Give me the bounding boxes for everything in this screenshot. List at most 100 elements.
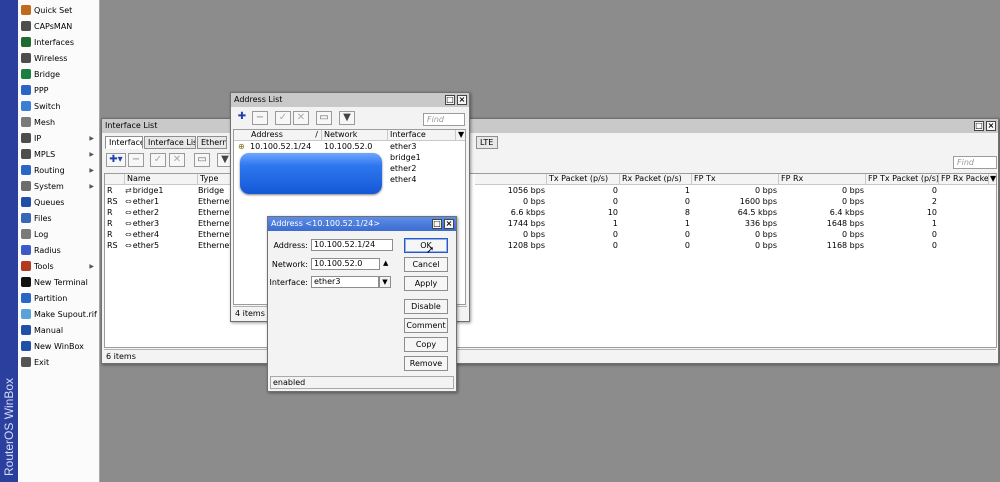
menu-item-label: Partition bbox=[34, 294, 68, 303]
cell-interface: ether2 bbox=[390, 164, 417, 173]
log-icon bbox=[21, 229, 31, 239]
remove-button[interactable]: − bbox=[128, 153, 144, 167]
tab-ethernet[interactable]: Ethernet bbox=[197, 136, 227, 149]
ethernet-icon: ⇔ bbox=[125, 219, 132, 228]
menu-item-system[interactable]: System ▶ bbox=[18, 179, 99, 195]
cell-fp-tx-packet: 0 bbox=[931, 241, 937, 250]
menu-item-routing[interactable]: Routing ▶ bbox=[18, 163, 99, 179]
system-icon bbox=[21, 181, 31, 191]
menu-item-interfaces[interactable]: Interfaces bbox=[18, 35, 99, 51]
comment-button[interactable]: ▭ bbox=[194, 153, 210, 167]
col-rx-packet[interactable]: Rx Packet (p/s) bbox=[620, 174, 692, 185]
interface-select[interactable]: ether3 bbox=[311, 276, 379, 288]
tab-interface[interactable]: Interface bbox=[105, 136, 143, 149]
close-icon[interactable]: × bbox=[444, 219, 454, 229]
network-toggle-icon[interactable]: ▲ bbox=[383, 259, 388, 267]
enable-address-button[interactable]: ✓ bbox=[275, 111, 291, 125]
cancel-button[interactable]: Cancel bbox=[404, 257, 448, 272]
col-fp-tx-packet[interactable]: FP Tx Packet (p/s) bbox=[866, 174, 939, 185]
columns-dropdown-icon[interactable]: ▼ bbox=[989, 174, 996, 185]
menu-item-switch[interactable]: Switch bbox=[18, 99, 99, 115]
col-rx[interactable] bbox=[475, 174, 547, 185]
menu-item-log[interactable]: Log bbox=[18, 227, 99, 243]
cell-tx-packet: 0 bbox=[612, 197, 618, 206]
menu-item-label: Log bbox=[34, 230, 49, 239]
menu-item-files[interactable]: Files bbox=[18, 211, 99, 227]
menu-item-make-supout-rif[interactable]: Make Supout.rif bbox=[18, 307, 99, 323]
menu-item-label: PPP bbox=[34, 86, 49, 95]
menu-item-ppp[interactable]: PPP bbox=[18, 83, 99, 99]
comment-button[interactable]: Comment bbox=[404, 318, 448, 333]
wireless-icon bbox=[21, 53, 31, 63]
menu-item-mesh[interactable]: Mesh bbox=[18, 115, 99, 131]
menu-item-label: MPLS bbox=[34, 150, 56, 159]
columns-dropdown-icon[interactable]: ▼ bbox=[456, 130, 465, 141]
remove-button[interactable]: Remove bbox=[404, 356, 448, 371]
menu-item-tools[interactable]: Tools ▶ bbox=[18, 259, 99, 275]
disable-button[interactable]: Disable bbox=[404, 299, 448, 314]
remove-address-button[interactable]: − bbox=[252, 111, 268, 125]
close-icon[interactable]: × bbox=[457, 95, 467, 105]
col-fp-rx-packet[interactable]: FP Rx Packe bbox=[939, 174, 989, 185]
col-network[interactable]: Network bbox=[322, 130, 388, 141]
col-name[interactable]: Name bbox=[125, 174, 198, 185]
menu-item-bridge[interactable]: Bridge bbox=[18, 67, 99, 83]
menu-item-new-terminal[interactable]: New Terminal bbox=[18, 275, 99, 291]
menu-item-wireless[interactable]: Wireless bbox=[18, 51, 99, 67]
menu-item-quick-set[interactable]: Quick Set bbox=[18, 3, 99, 19]
menu-item-mpls[interactable]: MPLS ▶ bbox=[18, 147, 99, 163]
enable-button[interactable]: ✓ bbox=[150, 153, 166, 167]
cell-address: 10.100.52.1/24 bbox=[250, 142, 312, 151]
menu-item-partition[interactable]: Partition bbox=[18, 291, 99, 307]
interface-find-input[interactable]: Find bbox=[953, 156, 997, 169]
col-tx-packet[interactable]: Tx Packet (p/s) bbox=[547, 174, 620, 185]
ethernet-icon: ⇔ bbox=[125, 241, 132, 250]
add-address-button[interactable]: ✚ bbox=[234, 111, 250, 125]
network-input[interactable]: 10.100.52.0 bbox=[311, 258, 380, 270]
maximize-icon[interactable]: □ bbox=[974, 121, 984, 131]
menu-item-exit[interactable]: Exit bbox=[18, 355, 99, 371]
manual-icon bbox=[21, 325, 31, 335]
cell-flag: RS bbox=[107, 241, 118, 250]
menu-item-queues[interactable]: Queues bbox=[18, 195, 99, 211]
maximize-icon[interactable]: □ bbox=[432, 219, 442, 229]
col-address[interactable]: Address / bbox=[234, 130, 322, 141]
address-list-titlebar[interactable]: Address List bbox=[231, 93, 469, 107]
copy-button[interactable]: Copy bbox=[404, 337, 448, 352]
address-list-title: Address List bbox=[234, 95, 283, 104]
submenu-arrow-icon: ▶ bbox=[89, 167, 94, 174]
cell-name: ⇔ether2 bbox=[125, 208, 160, 217]
mpls-icon bbox=[21, 149, 31, 159]
col-flag[interactable] bbox=[105, 174, 125, 185]
address-dialog-titlebar[interactable]: Address <10.100.52.1/24> bbox=[268, 217, 456, 231]
close-icon[interactable]: × bbox=[986, 121, 996, 131]
filter-address-button[interactable]: ▼ bbox=[339, 111, 355, 125]
address-input[interactable]: 10.100.52.1/24 bbox=[311, 239, 393, 251]
interface-list-title: Interface List bbox=[105, 121, 158, 130]
menu-item-capsman[interactable]: CAPsMAN bbox=[18, 19, 99, 35]
menu-item-manual[interactable]: Manual bbox=[18, 323, 99, 339]
cell-flag: R bbox=[107, 186, 113, 195]
add-button[interactable]: ✚▾ bbox=[106, 153, 126, 167]
interface-dropdown-icon[interactable]: ▼ bbox=[379, 276, 391, 288]
menu-item-new-winbox[interactable]: New WinBox bbox=[18, 339, 99, 355]
tab-interface-list[interactable]: Interface List bbox=[144, 136, 196, 149]
tab-lte[interactable]: LTE bbox=[476, 136, 498, 149]
disable-button[interactable]: ✕ bbox=[169, 153, 185, 167]
menu-item-radius[interactable]: Radius bbox=[18, 243, 99, 259]
menu-item-ip[interactable]: IP ▶ bbox=[18, 131, 99, 147]
maximize-icon[interactable]: □ bbox=[445, 95, 455, 105]
address-find-input[interactable]: Find bbox=[423, 113, 465, 126]
cell-rx-packet: 0 bbox=[684, 197, 690, 206]
address-dialog-status-text: enabled bbox=[273, 378, 306, 387]
col-fp-tx[interactable]: FP Tx bbox=[692, 174, 779, 185]
disable-address-button[interactable]: ✕ bbox=[293, 111, 309, 125]
menu-item-label: Interfaces bbox=[34, 38, 74, 47]
routing-icon bbox=[21, 165, 31, 175]
submenu-arrow-icon: ▶ bbox=[89, 151, 94, 158]
comment-address-button[interactable]: ▭ bbox=[316, 111, 332, 125]
col-interface[interactable]: Interface bbox=[388, 130, 456, 141]
apply-button[interactable]: Apply bbox=[404, 276, 448, 291]
col-fp-rx[interactable]: FP Rx bbox=[779, 174, 866, 185]
address-edit-dialog: Address <10.100.52.1/24> □ × Address: 10… bbox=[267, 216, 457, 392]
